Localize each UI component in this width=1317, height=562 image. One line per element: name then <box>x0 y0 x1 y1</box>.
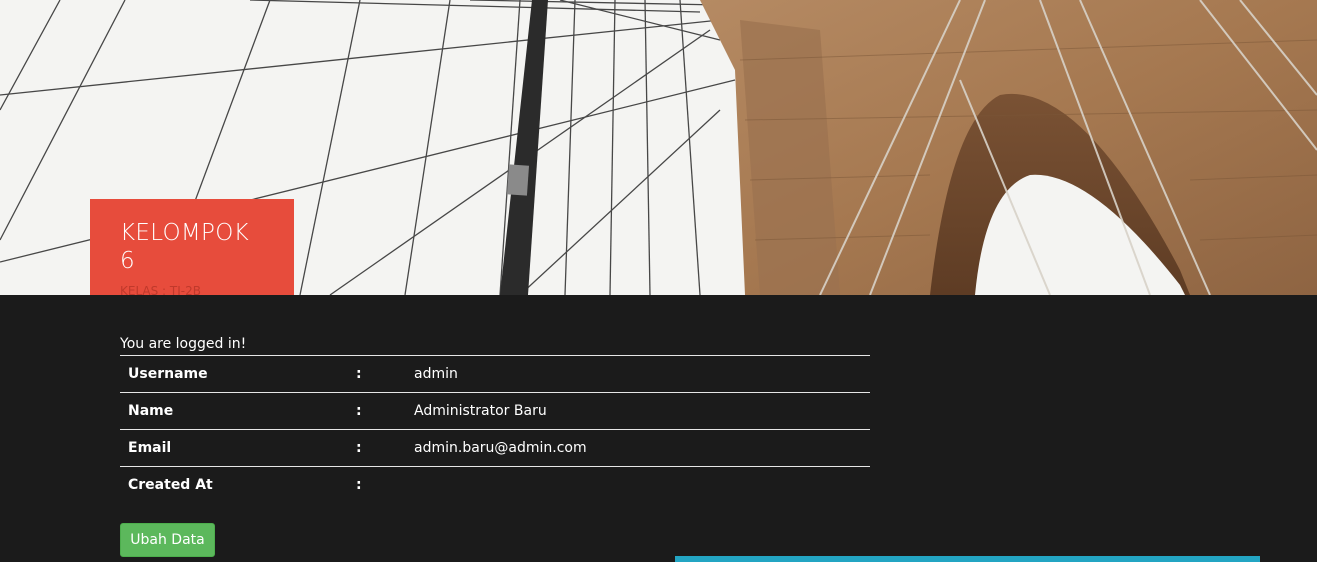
brand-subtitle: KELAS : TI-2B <box>120 284 201 295</box>
hero-banner: KELOMPOK 6 KELAS : TI-2B <box>0 0 1317 295</box>
brand-title: KELOMPOK 6 <box>120 220 250 274</box>
table-row: Username : admin <box>120 355 870 393</box>
row-separator: : <box>356 355 414 393</box>
brand-box: KELOMPOK 6 KELAS : TI-2B <box>90 199 294 295</box>
email-value: admin.baru@admin.com <box>414 429 870 467</box>
name-value: Administrator Baru <box>414 392 870 430</box>
main-content: You are logged in! Username : admin Name… <box>0 295 1317 562</box>
table-row: Email : admin.baru@admin.com <box>120 429 870 467</box>
profile-table: Username : admin Name : Administrator Ba… <box>120 355 870 504</box>
name-label: Name <box>120 392 356 430</box>
login-status-message: You are logged in! <box>120 336 247 352</box>
created-at-value <box>414 466 870 504</box>
email-label: Email <box>120 429 356 467</box>
row-separator: : <box>356 429 414 467</box>
row-separator: : <box>356 466 414 504</box>
edit-data-button[interactable]: Ubah Data <box>120 523 215 557</box>
username-label: Username <box>120 355 356 393</box>
username-value: admin <box>414 355 870 393</box>
table-row: Created At : <box>120 466 870 504</box>
accent-bar <box>675 556 1260 562</box>
table-row: Name : Administrator Baru <box>120 392 870 430</box>
row-separator: : <box>356 392 414 430</box>
created-at-label: Created At <box>120 466 356 504</box>
